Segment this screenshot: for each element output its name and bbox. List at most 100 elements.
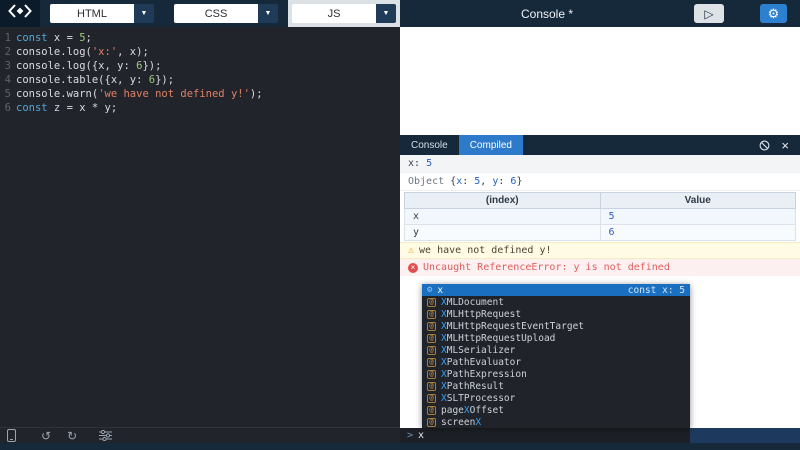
autocomplete-item[interactable]: @XMLHttpRequest: [422, 308, 690, 320]
device-preview-icon[interactable]: [7, 429, 16, 442]
autocomplete-item-label: XMLDocument: [441, 297, 504, 308]
line-number: 6: [0, 101, 11, 115]
line-number: 5: [0, 87, 11, 101]
symbol-icon: @: [427, 382, 436, 391]
autocomplete-item[interactable]: @ XMLHttpRequestEventTarget: [422, 320, 690, 332]
error-icon: ×: [408, 263, 418, 273]
code-logo-icon: [7, 3, 33, 24]
token-str: 'x:': [92, 46, 117, 58]
symbol-icon: @: [427, 322, 436, 331]
console-log-row: Object {x: 5, y: 6}: [400, 173, 800, 191]
css-dropdown-button[interactable]: ▼: [258, 4, 278, 23]
symbol-icon: @: [427, 370, 436, 379]
redo-icon[interactable]: ↻: [67, 430, 77, 442]
token-kw: const: [16, 32, 48, 44]
console-table-head-row: (index)Value: [405, 193, 796, 209]
token-pl: }: [516, 176, 522, 187]
line-number: 1: [0, 31, 11, 45]
label-post: MLHttpRequestEventTarget: [447, 321, 584, 332]
js-tab-selector[interactable]: JS: [292, 4, 376, 23]
js-dropdown-button[interactable]: ▼: [376, 4, 396, 23]
prompt-icon: >: [407, 430, 413, 441]
app: HTML ▼ CSS ▼ JS ▼ Console * ▷ ⚙: [0, 0, 800, 450]
symbol-icon: @: [427, 394, 436, 403]
token-obj: Object: [408, 176, 450, 187]
autocomplete-item-label: XMLHttpRequestUpload: [441, 333, 555, 344]
console-tabbar: Console Compiled ×: [400, 135, 800, 155]
editor-settings-icon[interactable]: [99, 430, 112, 441]
table-value-cell: 5: [600, 209, 796, 225]
table-value-cell: 6: [600, 225, 796, 241]
topbar: HTML ▼ CSS ▼ JS ▼ Console * ▷ ⚙: [0, 0, 800, 27]
css-tab-selector[interactable]: CSS: [174, 4, 258, 23]
autocomplete-item-label: XMLHttpRequest: [441, 309, 521, 320]
label-post: PathEvaluator: [447, 357, 521, 368]
autocomplete-item[interactable]: @ XPathExpression: [422, 368, 690, 380]
app-logo[interactable]: [0, 0, 40, 27]
token-pl: ,: [480, 176, 492, 187]
symbol-icon: @: [427, 334, 436, 343]
autocomplete-selected-detail: const x: 5: [628, 285, 685, 296]
right-pane: Console Compiled × x: 5Object {x: 5, y: …: [400, 27, 800, 443]
undo-icon[interactable]: ↺: [41, 430, 51, 442]
tab-js-active: JS ▼: [288, 0, 400, 27]
settings-button[interactable]: ⚙: [760, 4, 787, 23]
html-dropdown-button[interactable]: ▼: [134, 4, 154, 23]
autocomplete-item[interactable]: @ XPathResult: [422, 380, 690, 392]
table-header-cell: Value: [600, 193, 796, 209]
token-pl: z = x * y;: [48, 102, 118, 114]
autocomplete-item-label: XSLTProcessor: [441, 393, 515, 404]
label-pre: page: [441, 405, 464, 416]
autocomplete-item[interactable]: @pageXOffset: [422, 404, 690, 416]
code-area[interactable]: 1const x = 5;2console.log('x:', x);3cons…: [0, 27, 400, 427]
autocomplete-item[interactable]: @XMLSerializer: [422, 344, 690, 356]
code-text: console.warn('we have not defined y!');: [16, 87, 263, 101]
autocomplete-selected-item[interactable]: ⚙ x const x: 5: [422, 284, 690, 296]
autocomplete-selected-label: x: [437, 285, 443, 296]
tab-console[interactable]: Console: [400, 135, 459, 155]
play-icon: ▷: [704, 7, 713, 21]
console-input-value: x: [418, 430, 424, 441]
autocomplete-item-label: XPathExpression: [441, 369, 527, 380]
code-line: 5 console.warn('we have not defined y!');: [0, 87, 400, 101]
console-table-body: x5y6: [405, 209, 796, 241]
run-button[interactable]: ▷: [694, 4, 724, 23]
token-pl: console.log(: [16, 46, 92, 58]
code-text: console.log('x:', x);: [16, 45, 149, 59]
label-post: MLDocument: [447, 297, 504, 308]
line-number: 4: [0, 73, 11, 87]
autocomplete-item[interactable]: @ XMLDocument: [422, 296, 690, 308]
label-post: MLSerializer: [447, 345, 516, 356]
code-line: 3console.log({x, y: 6});: [0, 59, 400, 73]
error-text: Uncaught ReferenceError: y is not define…: [423, 262, 670, 273]
console-input[interactable]: > x: [400, 428, 690, 443]
autocomplete-item-label: XMLHttpRequestEventTarget: [441, 321, 584, 332]
code-line: 2console.log('x:', x);: [0, 45, 400, 59]
console-panel-title: Console *: [400, 7, 694, 21]
autocomplete-item-label: XMLSerializer: [441, 345, 515, 356]
autocomplete-item[interactable]: @ XMLHttpRequestUpload: [422, 332, 690, 344]
line-number: 3: [0, 59, 11, 73]
html-tab-selector[interactable]: HTML: [50, 4, 134, 23]
clear-console-icon[interactable]: [759, 135, 770, 155]
tabbar-spacer: [523, 135, 759, 155]
tab-compiled[interactable]: Compiled: [459, 135, 523, 155]
editor-toolbar: ↺ ↻: [0, 427, 400, 443]
close-console-icon[interactable]: ×: [781, 135, 789, 155]
tab-css: CSS ▼: [164, 0, 288, 27]
token-num: 5: [426, 158, 432, 169]
bottom-status-strip: [0, 443, 800, 450]
symbol-icon: @: [427, 298, 436, 307]
token-pl: console.log({x, y:: [16, 60, 136, 72]
autocomplete-item[interactable]: @screenX: [422, 416, 690, 428]
right-header: Console * ▷ ⚙: [400, 0, 800, 27]
token-pl: });: [155, 74, 174, 86]
table-header-cell: (index): [405, 193, 601, 209]
token-pl: console.warn(: [16, 88, 98, 100]
autocomplete-item[interactable]: @ XSLTProcessor: [422, 392, 690, 404]
gear-icon: ⚙: [768, 6, 780, 22]
autocomplete-item-label: XPathResult: [441, 381, 504, 392]
table-row: x5: [405, 209, 796, 225]
table-index-cell: y: [405, 225, 601, 241]
autocomplete-item[interactable]: @XPathEvaluator: [422, 356, 690, 368]
